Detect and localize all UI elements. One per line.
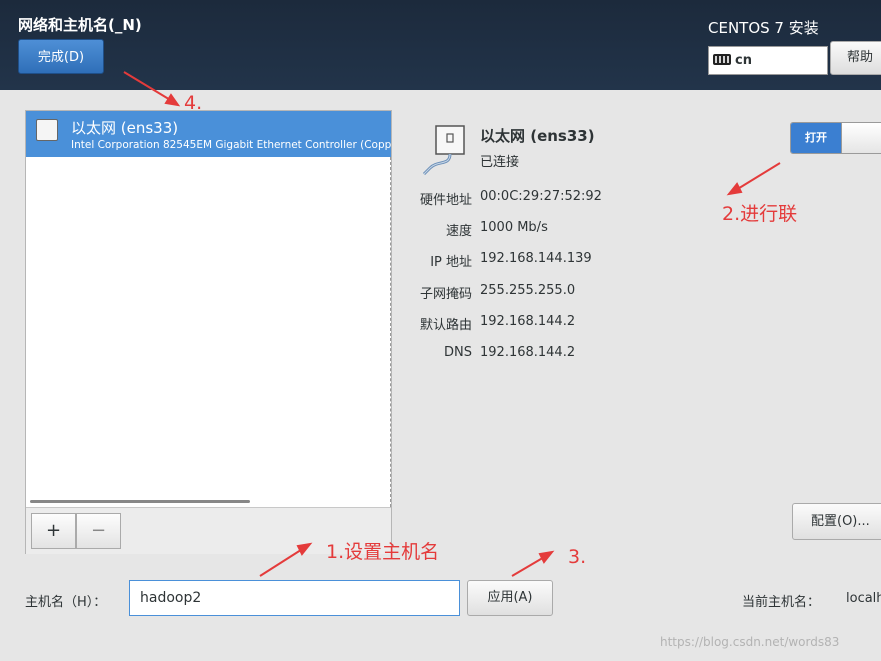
top-bar: 网络和主机名(_N) 完成(D) CENTOS 7 安装 cn 帮助: [0, 0, 881, 90]
product-title: CENTOS 7 安装: [708, 19, 819, 37]
connection-toggle[interactable]: 打开: [790, 122, 881, 154]
configure-button[interactable]: 配置(O)...: [792, 503, 881, 540]
network-wired-icon: [36, 119, 58, 141]
current-hostname-label: 当前主机名：: [742, 595, 821, 610]
add-device-button[interactable]: +: [31, 513, 76, 549]
apply-button[interactable]: 应用(A): [467, 580, 553, 616]
remove-device-button[interactable]: −: [76, 513, 121, 549]
device-row-ens33[interactable]: 以太网 (ens33) Intel Corporation 82545EM Gi…: [26, 111, 391, 157]
device-list: 以太网 (ens33) Intel Corporation 82545EM Gi…: [25, 110, 392, 554]
hostname-input[interactable]: hadoop2: [129, 580, 460, 616]
annotation-1: 1.设置主机名: [326, 541, 440, 563]
keyboard-layout-label: cn: [735, 53, 752, 68]
network-wired-icon: [422, 125, 465, 176]
horizontal-scrollbar[interactable]: [30, 500, 250, 503]
device-title: 以太网 (ens33): [480, 127, 595, 145]
keyboard-layout-indicator[interactable]: cn: [708, 46, 828, 75]
subnet-mask-value: 255.255.255.0: [480, 283, 576, 298]
subnet-mask-label: 子网掩码: [419, 287, 472, 302]
watermark: https://blog.csdn.net/words83: [660, 635, 840, 649]
dns-label: DNS: [444, 345, 472, 360]
default-route-label: 默认路由: [419, 318, 472, 333]
spoke-title: 网络和主机名(_N): [18, 16, 142, 34]
hw-address-label: 硬件地址: [419, 193, 472, 208]
help-button[interactable]: 帮助: [830, 41, 881, 75]
device-name: 以太网 (ens33): [71, 119, 179, 137]
ip-address-label: IP 地址: [430, 255, 472, 270]
keyboard-icon: [713, 54, 731, 65]
annotation-3: 3.: [568, 546, 587, 568]
default-route-value: 192.168.144.2: [480, 314, 576, 329]
dns-value: 192.168.144.2: [480, 345, 576, 360]
device-description: Intel Corporation 82545EM Gigabit Ethern…: [71, 139, 391, 151]
speed-label: 速度: [445, 224, 472, 239]
connection-status: 已连接: [480, 155, 520, 170]
done-button[interactable]: 完成(D): [18, 39, 104, 74]
speed-value: 1000 Mb/s: [480, 220, 548, 235]
toggle-on-label: 打开: [791, 123, 841, 153]
annotation-4: 4.: [184, 92, 203, 114]
hostname-label: 主机名（H）：: [25, 595, 107, 610]
current-hostname-value: localhost: [846, 591, 881, 606]
hw-address-value: 00:0C:29:27:52:92: [480, 189, 602, 204]
toggle-knob: [841, 123, 881, 153]
ip-address-value: 192.168.144.139: [480, 251, 592, 266]
annotation-2: 2.进行联: [722, 203, 798, 225]
